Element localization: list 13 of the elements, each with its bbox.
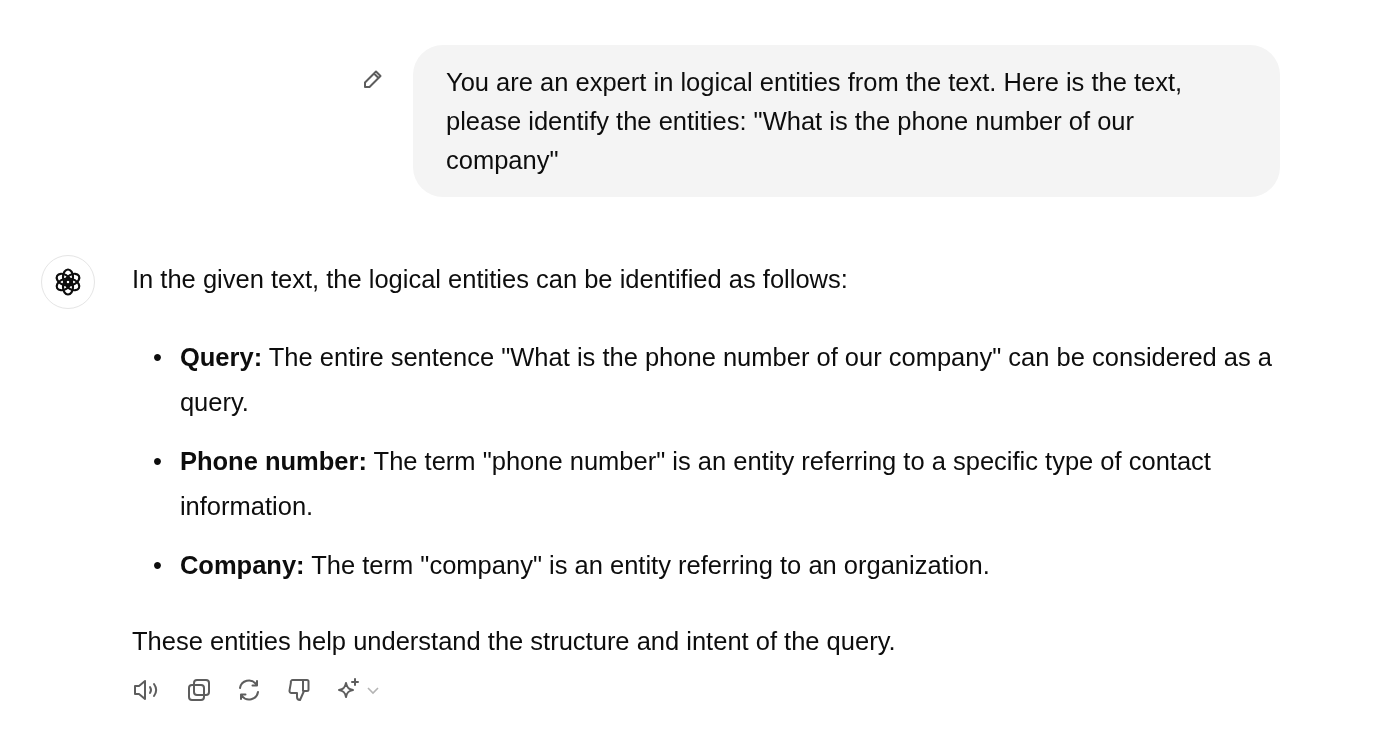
copy-icon[interactable] <box>186 677 212 703</box>
bullet-text: Phone number: The term "phone number" is an entity referring to a specific type of contact information. <box>179 446 1212 522</box>
response-text: These entities help understand the structure and intent of the query. <box>132 626 897 657</box>
flower-icon <box>53 267 83 297</box>
refresh-icon[interactable] <box>236 677 262 703</box>
bullet-marker: • <box>153 342 162 373</box>
thumbs-down-icon[interactable] <box>286 676 312 704</box>
bullet-text: Company: The term "company" is an entity referring to an organization. <box>179 550 990 581</box>
bullet-marker: • <box>153 446 162 477</box>
user-message: You are an expert in logical entities from the text. Here is the text, please identify the entities: "What is the phone number of our company" <box>413 45 1280 197</box>
bullet-text: Query: The entire sentence "What is the phone number of our company" can be considered as a query. <box>179 342 1274 418</box>
bullet-marker: • <box>153 550 162 581</box>
response-text: In the given text, the logical entities can be identified as follows: <box>132 264 849 295</box>
